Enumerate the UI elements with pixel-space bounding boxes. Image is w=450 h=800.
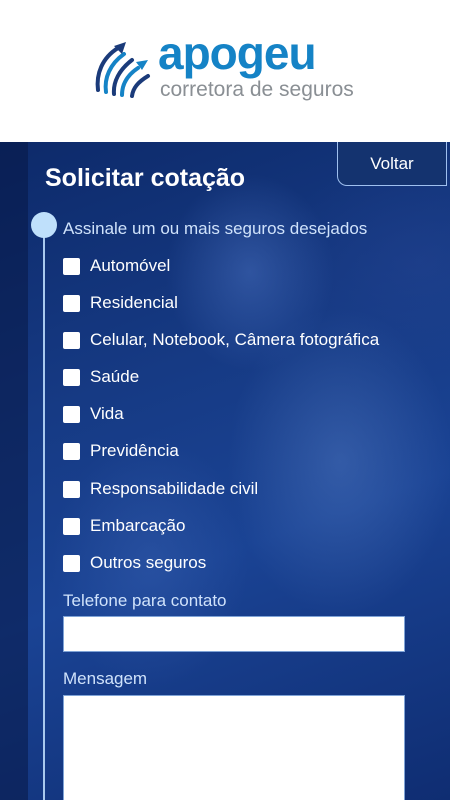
- checkbox[interactable]: [63, 257, 80, 275]
- checkbox[interactable]: [63, 480, 80, 498]
- option-embarcacao[interactable]: Embarcação: [63, 515, 185, 537]
- message-textarea[interactable]: [63, 695, 405, 800]
- checkbox[interactable]: [63, 368, 80, 386]
- option-label: Embarcação: [90, 516, 186, 535]
- timeline-line: [43, 226, 45, 800]
- option-label: Automóvel: [90, 256, 171, 275]
- page-title: Solicitar cotação: [45, 164, 246, 192]
- option-label: Saúde: [90, 367, 140, 386]
- option-label: Vida: [90, 404, 124, 423]
- option-label: Responsabilidade civil: [90, 479, 259, 498]
- checkbox[interactable]: [63, 405, 80, 423]
- option-previdencia[interactable]: Previdência: [63, 440, 179, 462]
- checkbox[interactable]: [63, 442, 80, 460]
- option-celular[interactable]: Celular, Notebook, Câmera fotográfica: [63, 329, 379, 351]
- option-vida[interactable]: Vida: [63, 403, 124, 425]
- option-residencial[interactable]: Residencial: [63, 292, 178, 314]
- option-label: Outros seguros: [90, 553, 207, 572]
- timeline-dot-icon: [31, 212, 57, 238]
- phone-input[interactable]: [63, 616, 405, 652]
- option-label: Celular, Notebook, Câmera fotográfica: [90, 330, 380, 349]
- checkbox[interactable]: [63, 294, 80, 312]
- option-automovel[interactable]: Automóvel: [63, 255, 170, 277]
- option-label: Previdência: [90, 441, 179, 460]
- option-saude[interactable]: Saúde: [63, 366, 139, 388]
- logo-swoosh-icon: [95, 42, 150, 98]
- checkbox[interactable]: [63, 554, 80, 572]
- section-label: Assinale um ou mais seguros desejados: [63, 219, 368, 238]
- quote-panel: Solicitar cotação Voltar Assinale um ou …: [0, 142, 450, 800]
- back-button[interactable]: Voltar: [337, 142, 447, 186]
- logo-name: apogeu: [158, 27, 317, 79]
- logo-tagline: corretora de seguros: [160, 78, 354, 101]
- checkbox[interactable]: [63, 331, 80, 349]
- header: apogeu corretora de seguros: [0, 0, 450, 142]
- option-label: Residencial: [90, 293, 178, 312]
- checkbox[interactable]: [63, 517, 80, 535]
- message-label: Mensagem: [63, 669, 148, 688]
- phone-label: Telefone para contato: [63, 591, 227, 610]
- option-outros-seguros[interactable]: Outros seguros: [63, 552, 206, 574]
- option-responsabilidade-civil[interactable]: Responsabilidade civil: [63, 478, 258, 500]
- left-rail: [0, 142, 28, 800]
